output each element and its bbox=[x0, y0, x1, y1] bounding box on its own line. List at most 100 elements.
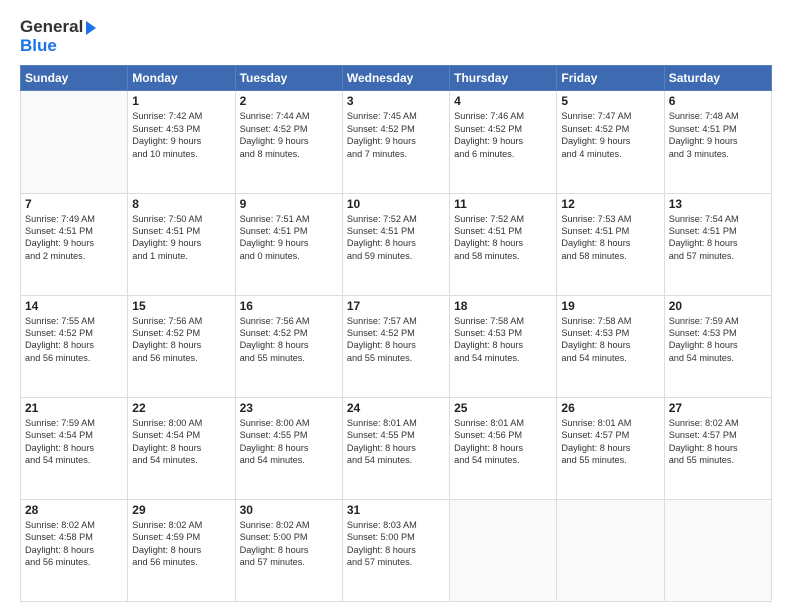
calendar-cell: 1 Sunrise: 7:42 AM Sunset: 4:53 PM Daylig… bbox=[128, 91, 235, 193]
cell-info: Sunrise: 8:02 AM Sunset: 5:00 PM Dayligh… bbox=[240, 519, 338, 569]
day-number: 28 bbox=[25, 503, 123, 517]
day-number: 3 bbox=[347, 94, 445, 108]
calendar-cell: 5 Sunrise: 7:47 AM Sunset: 4:52 PM Daylig… bbox=[557, 91, 664, 193]
cell-info: Sunrise: 7:47 AM Sunset: 4:52 PM Dayligh… bbox=[561, 110, 659, 160]
calendar-cell: 18 Sunrise: 7:58 AM Sunset: 4:53 PM Dayli… bbox=[450, 295, 557, 397]
day-number: 12 bbox=[561, 197, 659, 211]
cell-info: Sunrise: 8:00 AM Sunset: 4:55 PM Dayligh… bbox=[240, 417, 338, 467]
calendar-cell: 4 Sunrise: 7:46 AM Sunset: 4:52 PM Daylig… bbox=[450, 91, 557, 193]
calendar-cell: 26 Sunrise: 8:01 AM Sunset: 4:57 PM Dayli… bbox=[557, 397, 664, 499]
calendar-cell: 22 Sunrise: 8:00 AM Sunset: 4:54 PM Dayli… bbox=[128, 397, 235, 499]
calendar-cell: 23Sunrise: 8:00 AM Sunset: 4:55 PM Dayli… bbox=[235, 397, 342, 499]
col-header-wednesday: Wednesday bbox=[342, 66, 449, 91]
cell-info: Sunrise: 7:42 AM Sunset: 4:53 PM Dayligh… bbox=[132, 110, 230, 160]
col-header-sunday: Sunday bbox=[21, 66, 128, 91]
day-number: 6 bbox=[669, 94, 767, 108]
cell-info: Sunrise: 7:46 AM Sunset: 4:52 PM Dayligh… bbox=[454, 110, 552, 160]
calendar-cell bbox=[21, 91, 128, 193]
cell-info: Sunrise: 8:02 AM Sunset: 4:57 PM Dayligh… bbox=[669, 417, 767, 467]
page: General Blue SundayMondayTuesdayWednesda… bbox=[0, 0, 792, 612]
day-number: 19 bbox=[561, 299, 659, 313]
cell-info: Sunrise: 8:01 AM Sunset: 4:56 PM Dayligh… bbox=[454, 417, 552, 467]
calendar-week-row: 14 Sunrise: 7:55 AM Sunset: 4:52 PM Dayli… bbox=[21, 295, 772, 397]
day-number: 26 bbox=[561, 401, 659, 415]
cell-info: Sunrise: 7:57 AM Sunset: 4:52 PM Dayligh… bbox=[347, 315, 445, 365]
day-number: 25 bbox=[454, 401, 552, 415]
day-number: 4 bbox=[454, 94, 552, 108]
cell-info: Sunrise: 7:59 AM Sunset: 4:54 PM Dayligh… bbox=[25, 417, 123, 467]
calendar-cell: 14 Sunrise: 7:55 AM Sunset: 4:52 PM Dayli… bbox=[21, 295, 128, 397]
calendar-cell: 30Sunrise: 8:02 AM Sunset: 5:00 PM Dayli… bbox=[235, 499, 342, 601]
cell-info: Sunrise: 8:02 AM Sunset: 4:58 PM Dayligh… bbox=[25, 519, 123, 569]
cell-info: Sunrise: 7:48 AM Sunset: 4:51 PM Dayligh… bbox=[669, 110, 767, 160]
calendar-cell: 13 Sunrise: 7:54 AM Sunset: 4:51 PM Dayli… bbox=[664, 193, 771, 295]
calendar-week-row: 21 Sunrise: 7:59 AM Sunset: 4:54 PM Dayli… bbox=[21, 397, 772, 499]
col-header-monday: Monday bbox=[128, 66, 235, 91]
cell-info: Sunrise: 7:49 AM Sunset: 4:51 PM Dayligh… bbox=[25, 213, 123, 263]
calendar-cell: 12 Sunrise: 7:53 AM Sunset: 4:51 PM Dayli… bbox=[557, 193, 664, 295]
cell-info: Sunrise: 7:56 AM Sunset: 4:52 PM Dayligh… bbox=[132, 315, 230, 365]
calendar-cell: 10 Sunrise: 7:52 AM Sunset: 4:51 PM Dayli… bbox=[342, 193, 449, 295]
calendar-cell: 28 Sunrise: 8:02 AM Sunset: 4:58 PM Dayli… bbox=[21, 499, 128, 601]
day-number: 18 bbox=[454, 299, 552, 313]
calendar-table: SundayMondayTuesdayWednesdayThursdayFrid… bbox=[20, 65, 772, 602]
calendar-cell bbox=[557, 499, 664, 601]
calendar-cell: 15 Sunrise: 7:56 AM Sunset: 4:52 PM Dayli… bbox=[128, 295, 235, 397]
calendar-cell: 20Sunrise: 7:59 AM Sunset: 4:53 PM Dayli… bbox=[664, 295, 771, 397]
cell-info: Sunrise: 7:44 AM Sunset: 4:52 PM Dayligh… bbox=[240, 110, 338, 160]
cell-info: Sunrise: 7:53 AM Sunset: 4:51 PM Dayligh… bbox=[561, 213, 659, 263]
day-number: 1 bbox=[132, 94, 230, 108]
calendar-week-row: 28 Sunrise: 8:02 AM Sunset: 4:58 PM Dayli… bbox=[21, 499, 772, 601]
cell-info: Sunrise: 7:58 AM Sunset: 4:53 PM Dayligh… bbox=[561, 315, 659, 365]
day-number: 29 bbox=[132, 503, 230, 517]
cell-info: Sunrise: 7:58 AM Sunset: 4:53 PM Dayligh… bbox=[454, 315, 552, 365]
calendar-cell: 25 Sunrise: 8:01 AM Sunset: 4:56 PM Dayli… bbox=[450, 397, 557, 499]
cell-info: Sunrise: 7:52 AM Sunset: 4:51 PM Dayligh… bbox=[347, 213, 445, 263]
cell-info: Sunrise: 7:56 AM Sunset: 4:52 PM Dayligh… bbox=[240, 315, 338, 365]
logo: General Blue bbox=[20, 18, 96, 55]
col-header-saturday: Saturday bbox=[664, 66, 771, 91]
day-number: 15 bbox=[132, 299, 230, 313]
cell-info: Sunrise: 8:01 AM Sunset: 4:55 PM Dayligh… bbox=[347, 417, 445, 467]
cell-info: Sunrise: 7:50 AM Sunset: 4:51 PM Dayligh… bbox=[132, 213, 230, 263]
calendar-week-row: 7 Sunrise: 7:49 AM Sunset: 4:51 PM Daylig… bbox=[21, 193, 772, 295]
day-number: 27 bbox=[669, 401, 767, 415]
day-number: 5 bbox=[561, 94, 659, 108]
calendar-cell: 9Sunrise: 7:51 AM Sunset: 4:51 PM Daylig… bbox=[235, 193, 342, 295]
col-header-friday: Friday bbox=[557, 66, 664, 91]
cell-info: Sunrise: 8:01 AM Sunset: 4:57 PM Dayligh… bbox=[561, 417, 659, 467]
cell-info: Sunrise: 7:52 AM Sunset: 4:51 PM Dayligh… bbox=[454, 213, 552, 263]
cell-info: Sunrise: 7:51 AM Sunset: 4:51 PM Dayligh… bbox=[240, 213, 338, 263]
calendar-cell: 11 Sunrise: 7:52 AM Sunset: 4:51 PM Dayli… bbox=[450, 193, 557, 295]
calendar-cell: 16 Sunrise: 7:56 AM Sunset: 4:52 PM Dayli… bbox=[235, 295, 342, 397]
calendar-cell: 29Sunrise: 8:02 AM Sunset: 4:59 PM Dayli… bbox=[128, 499, 235, 601]
day-number: 24 bbox=[347, 401, 445, 415]
calendar-cell bbox=[450, 499, 557, 601]
day-number: 17 bbox=[347, 299, 445, 313]
day-number: 22 bbox=[132, 401, 230, 415]
calendar-cell: 17 Sunrise: 7:57 AM Sunset: 4:52 PM Dayli… bbox=[342, 295, 449, 397]
header: General Blue bbox=[20, 18, 772, 55]
calendar-week-row: 1 Sunrise: 7:42 AM Sunset: 4:53 PM Daylig… bbox=[21, 91, 772, 193]
day-number: 11 bbox=[454, 197, 552, 211]
cell-info: Sunrise: 8:03 AM Sunset: 5:00 PM Dayligh… bbox=[347, 519, 445, 569]
cell-info: Sunrise: 7:45 AM Sunset: 4:52 PM Dayligh… bbox=[347, 110, 445, 160]
day-number: 21 bbox=[25, 401, 123, 415]
calendar-cell: 2Sunrise: 7:44 AM Sunset: 4:52 PM Daylig… bbox=[235, 91, 342, 193]
calendar-cell bbox=[664, 499, 771, 601]
calendar-cell: 19 Sunrise: 7:58 AM Sunset: 4:53 PM Dayli… bbox=[557, 295, 664, 397]
col-header-thursday: Thursday bbox=[450, 66, 557, 91]
day-number: 8 bbox=[132, 197, 230, 211]
day-number: 14 bbox=[25, 299, 123, 313]
calendar-cell: 21 Sunrise: 7:59 AM Sunset: 4:54 PM Dayli… bbox=[21, 397, 128, 499]
calendar-cell: 3 Sunrise: 7:45 AM Sunset: 4:52 PM Daylig… bbox=[342, 91, 449, 193]
calendar-cell: 6 Sunrise: 7:48 AM Sunset: 4:51 PM Daylig… bbox=[664, 91, 771, 193]
day-number: 16 bbox=[240, 299, 338, 313]
day-number: 13 bbox=[669, 197, 767, 211]
cell-info: Sunrise: 7:55 AM Sunset: 4:52 PM Dayligh… bbox=[25, 315, 123, 365]
cell-info: Sunrise: 7:54 AM Sunset: 4:51 PM Dayligh… bbox=[669, 213, 767, 263]
calendar-cell: 31Sunrise: 8:03 AM Sunset: 5:00 PM Dayli… bbox=[342, 499, 449, 601]
day-number: 7 bbox=[25, 197, 123, 211]
day-number: 10 bbox=[347, 197, 445, 211]
cell-info: Sunrise: 8:00 AM Sunset: 4:54 PM Dayligh… bbox=[132, 417, 230, 467]
